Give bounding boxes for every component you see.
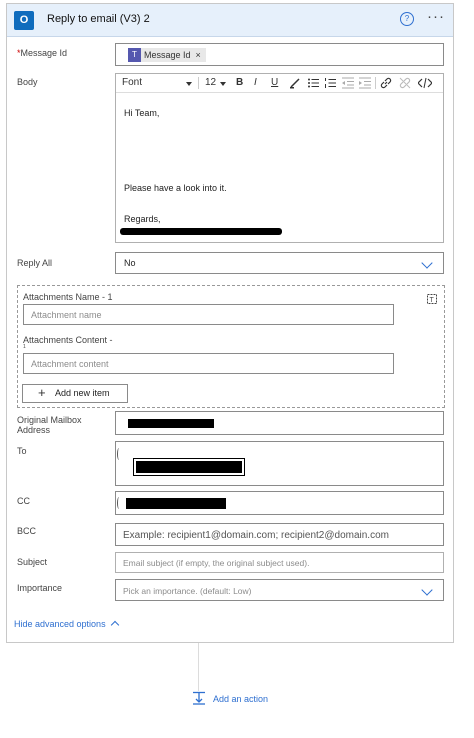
chevron-down-icon <box>421 584 433 596</box>
body-label: Body <box>17 77 38 87</box>
attachment-name-placeholder: Attachment name <box>31 310 102 320</box>
message-id-field[interactable]: T Message Id × <box>115 43 444 66</box>
increase-indent-icon[interactable] <box>359 77 371 89</box>
attachment-name-label: Attachments Name - 1 <box>23 292 113 302</box>
action-card: O Reply to email (V3) 2 ? ··· *Message I… <box>6 3 454 643</box>
subject-placeholder: Email subject (if empty, the original su… <box>123 558 310 568</box>
bcc-placeholder: Example: recipient1@domain.com; recipien… <box>123 530 389 541</box>
italic-button[interactable]: I <box>254 77 257 88</box>
link-icon[interactable] <box>380 77 392 89</box>
bcc-label: BCC <box>17 526 37 536</box>
add-new-item-label: Add new item <box>55 388 110 398</box>
to-label: To <box>17 446 27 456</box>
code-view-icon[interactable] <box>418 77 432 89</box>
redacted-signature <box>120 228 282 235</box>
body-line-signoff: Regards, <box>124 214 161 224</box>
body-editor[interactable]: Font 12 B I U Hi Team, Please have a loo… <box>115 73 444 243</box>
importance-label: Importance <box>17 583 63 593</box>
bullet-list-icon[interactable] <box>307 77 319 89</box>
font-select[interactable]: Font <box>122 77 142 88</box>
reply-all-label: Reply All <box>17 258 53 268</box>
chevron-up-icon <box>110 620 119 630</box>
body-line-request: Please have a look into it. <box>124 183 227 193</box>
plus-icon: + <box>38 385 46 400</box>
attachment-content-input[interactable]: Attachment content <box>23 353 394 374</box>
redacted-cc <box>126 498 226 509</box>
bcc-input[interactable]: Example: recipient1@domain.com; recipien… <box>115 523 444 546</box>
font-size-select[interactable]: 12 <box>205 77 216 88</box>
attachments-group: T Attachments Name - 1 Attachment name A… <box>17 285 445 408</box>
reply-all-select[interactable]: No <box>115 252 444 274</box>
cc-input[interactable] <box>115 491 444 515</box>
original-mailbox-label: Original Mailbox Address <box>17 415 82 435</box>
card-title[interactable]: Reply to email (V3) 2 <box>47 13 150 25</box>
outlook-icon: O <box>14 11 34 30</box>
highlight-pen-icon[interactable] <box>289 77 301 89</box>
teams-icon: T <box>128 48 141 62</box>
bold-button[interactable]: B <box>236 77 243 88</box>
attachment-content-label-cont: 1 <box>23 344 26 350</box>
font-dropdown-icon[interactable] <box>186 82 192 86</box>
remove-token-icon[interactable]: × <box>196 50 201 60</box>
importance-select[interactable]: Pick an importance. (default: Low) <box>115 579 444 601</box>
to-input[interactable] <box>115 441 444 486</box>
subject-label: Subject <box>17 557 48 567</box>
hide-advanced-options-link[interactable]: Hide advanced options <box>14 619 119 630</box>
add-action-icon <box>193 691 205 705</box>
redacted-mailbox <box>128 419 214 428</box>
svg-text:T: T <box>430 297 435 304</box>
attachment-name-input[interactable]: Attachment name <box>23 304 394 325</box>
card-header[interactable]: O Reply to email (V3) 2 ? ··· <box>7 4 453 37</box>
attachment-content-placeholder: Attachment content <box>31 359 109 369</box>
cc-label: CC <box>17 496 30 506</box>
redacted-recipient <box>134 459 244 475</box>
chevron-down-icon <box>421 257 433 269</box>
switch-to-array-input-icon[interactable]: T <box>426 293 438 305</box>
add-new-item-button[interactable]: + Add new item <box>22 384 128 403</box>
message-id-token[interactable]: T Message Id × <box>128 48 206 62</box>
help-icon[interactable]: ? <box>400 12 414 26</box>
original-mailbox-input[interactable] <box>115 411 444 435</box>
attachment-content-label: Attachments Content - <box>23 335 113 345</box>
importance-placeholder: Pick an importance. (default: Low) <box>123 586 252 596</box>
reply-all-value: No <box>124 258 136 268</box>
underline-button[interactable]: U <box>271 77 278 88</box>
numbered-list-icon[interactable] <box>324 77 336 89</box>
rich-text-toolbar: Font 12 B I U <box>116 74 443 93</box>
message-id-label: *Message Id <box>17 48 68 58</box>
size-dropdown-icon[interactable] <box>220 82 226 86</box>
decrease-indent-icon[interactable] <box>342 77 354 89</box>
subject-input[interactable]: Email subject (if empty, the original su… <box>115 552 444 573</box>
more-options-icon[interactable]: ··· <box>427 8 445 25</box>
add-action-label: Add an action <box>213 694 269 704</box>
unlink-icon[interactable] <box>399 77 411 89</box>
body-line-greeting: Hi Team, <box>124 108 160 118</box>
flow-connector <box>198 643 199 691</box>
